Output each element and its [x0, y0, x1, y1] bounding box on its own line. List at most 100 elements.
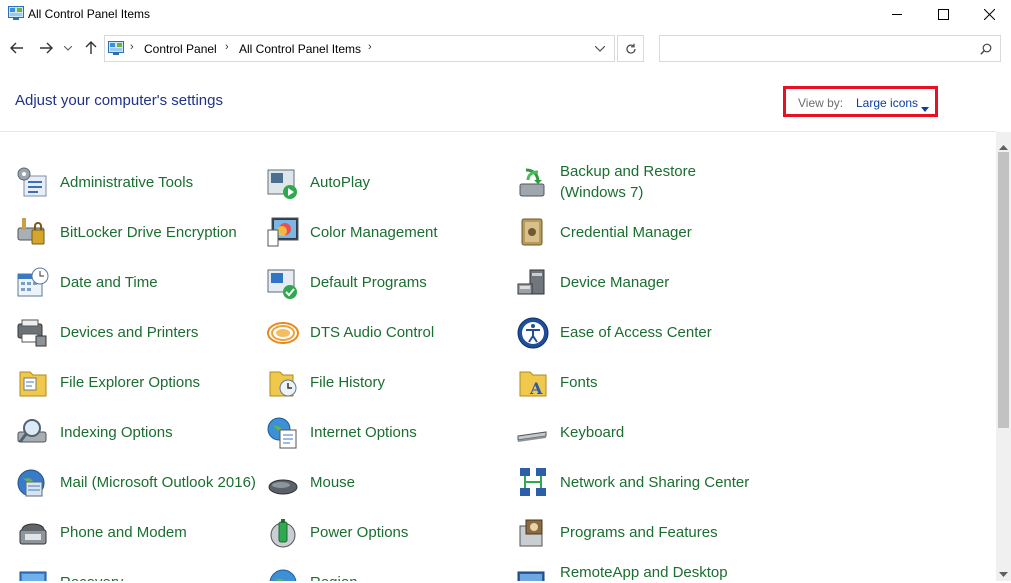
item-backup-restore[interactable]: Backup and Restore (Windows 7)	[500, 157, 750, 207]
view-by-value[interactable]: Large icons	[856, 96, 918, 110]
item-label[interactable]: Network and Sharing Center	[560, 457, 760, 507]
item-color-management[interactable]: Color Management	[250, 207, 500, 257]
item-device-manager[interactable]: Device Manager	[500, 257, 750, 307]
forward-button[interactable]	[36, 38, 56, 58]
item-dts-audio[interactable]: DTS Audio Control	[250, 307, 500, 357]
item-label[interactable]: BitLocker Drive Encryption	[60, 207, 260, 257]
programs-features-icon	[516, 516, 550, 550]
item-indexing-options[interactable]: Indexing Options	[0, 407, 250, 457]
item-label[interactable]: DTS Audio Control	[310, 307, 510, 357]
item-file-history[interactable]: File History	[250, 357, 500, 407]
item-administrative-tools[interactable]: Administrative Tools	[0, 157, 250, 207]
chevron-right-icon[interactable]: ›	[368, 41, 372, 53]
item-label[interactable]: Device Manager	[560, 257, 760, 307]
title-bar: All Control Panel Items	[0, 0, 1011, 28]
scroll-down-arrow-icon[interactable]	[999, 565, 1008, 583]
item-label[interactable]: Region	[310, 557, 510, 582]
view-by-selector[interactable]: View by: Large icons	[783, 86, 938, 117]
item-fonts[interactable]: A Fonts	[500, 357, 750, 407]
address-dropdown-button[interactable]	[585, 36, 615, 61]
search-input[interactable]	[664, 40, 964, 58]
search-box[interactable]	[659, 35, 1001, 62]
scrollbar-thumb[interactable]	[998, 152, 1009, 428]
item-bitlocker[interactable]: BitLocker Drive Encryption	[0, 207, 250, 257]
power-options-icon	[266, 516, 300, 550]
item-label[interactable]: Credential Manager	[560, 207, 760, 257]
remoteapp-icon	[516, 566, 550, 581]
minimize-button[interactable]	[874, 0, 920, 28]
item-remoteapp[interactable]: RemoteApp and Desktop	[500, 547, 750, 581]
chevron-right-icon[interactable]: ›	[225, 41, 229, 53]
window-title: All Control Panel Items	[28, 7, 151, 21]
item-label[interactable]: Keyboard	[560, 407, 760, 457]
control-panel-icon	[108, 41, 124, 55]
item-recovery[interactable]: Recovery	[0, 557, 250, 581]
admin-tools-icon	[16, 166, 50, 200]
item-label[interactable]: Recovery	[60, 557, 260, 582]
item-label[interactable]: Mouse	[310, 457, 510, 507]
item-network-sharing[interactable]: Network and Sharing Center	[500, 457, 750, 507]
network-sharing-icon	[516, 466, 550, 500]
item-label[interactable]: Administrative Tools	[60, 157, 260, 207]
item-devices-printers[interactable]: Devices and Printers	[0, 307, 250, 357]
item-internet-options[interactable]: Internet Options	[250, 407, 500, 457]
vertical-scrollbar[interactable]	[996, 132, 1011, 581]
item-label[interactable]: Mail (Microsoft Outlook 2016)	[60, 457, 260, 507]
keyboard-icon	[516, 416, 550, 450]
close-button[interactable]	[966, 0, 1011, 28]
item-label[interactable]: Internet Options	[310, 407, 510, 457]
bitlocker-icon	[16, 216, 50, 250]
item-label[interactable]: Backup and Restore (Windows 7)	[560, 157, 760, 207]
chevron-down-icon	[595, 45, 605, 52]
item-label[interactable]: Power Options	[310, 507, 510, 557]
item-label[interactable]: File Explorer Options	[60, 357, 260, 407]
region-icon	[266, 566, 300, 581]
item-label[interactable]: Date and Time	[60, 257, 260, 307]
item-phone-modem[interactable]: Phone and Modem	[0, 507, 250, 557]
file-history-icon	[266, 366, 300, 400]
back-button[interactable]	[7, 38, 27, 58]
item-ease-of-access[interactable]: Ease of Access Center	[500, 307, 750, 357]
item-power-options[interactable]: Power Options	[250, 507, 500, 557]
item-label[interactable]: Phone and Modem	[60, 507, 260, 557]
item-label[interactable]: Color Management	[310, 207, 510, 257]
item-date-time[interactable]: Date and Time	[0, 257, 250, 307]
refresh-button[interactable]	[617, 35, 644, 62]
breadcrumb-all-items[interactable]: All Control Panel Items	[239, 42, 361, 56]
address-bar[interactable]: › Control Panel › All Control Panel Item…	[104, 35, 615, 62]
item-label[interactable]: RemoteApp and Desktop	[560, 547, 760, 581]
ease-of-access-icon	[516, 316, 550, 350]
item-mail[interactable]: Mail (Microsoft Outlook 2016)	[0, 457, 256, 507]
item-autoplay[interactable]: AutoPlay	[250, 157, 500, 207]
item-label[interactable]: Ease of Access Center	[560, 307, 760, 357]
search-icon[interactable]	[980, 42, 992, 60]
color-management-icon	[266, 216, 300, 250]
control-panel-icon	[8, 6, 24, 20]
caret-down-icon[interactable]	[921, 99, 929, 117]
item-file-explorer-options[interactable]: File Explorer Options	[0, 357, 250, 407]
maximize-button[interactable]	[920, 0, 966, 28]
item-label[interactable]: AutoPlay	[310, 157, 510, 207]
item-label[interactable]: Fonts	[560, 357, 760, 407]
item-label[interactable]: Indexing Options	[60, 407, 260, 457]
phone-modem-icon	[16, 516, 50, 550]
autoplay-icon	[266, 166, 300, 200]
item-label[interactable]: File History	[310, 357, 510, 407]
item-default-programs[interactable]: Default Programs	[250, 257, 500, 307]
item-region[interactable]: Region	[250, 557, 500, 581]
item-mouse[interactable]: Mouse	[250, 457, 500, 507]
internet-options-icon	[266, 416, 300, 450]
devices-printers-icon	[16, 316, 50, 350]
control-panel-items: Administrative Tools AutoPlay Backup and…	[0, 132, 996, 581]
item-keyboard[interactable]: Keyboard	[500, 407, 750, 457]
recent-locations-dropdown[interactable]	[61, 38, 75, 58]
backup-restore-icon	[516, 166, 550, 200]
chevron-right-icon[interactable]: ›	[130, 41, 134, 53]
svg-text:A: A	[529, 379, 543, 398]
item-label[interactable]: Devices and Printers	[60, 307, 260, 357]
item-credential-manager[interactable]: Credential Manager	[500, 207, 750, 257]
breadcrumb-control-panel[interactable]: Control Panel	[144, 42, 217, 56]
device-manager-icon	[516, 266, 550, 300]
up-button[interactable]	[81, 38, 101, 58]
item-label[interactable]: Default Programs	[310, 257, 510, 307]
